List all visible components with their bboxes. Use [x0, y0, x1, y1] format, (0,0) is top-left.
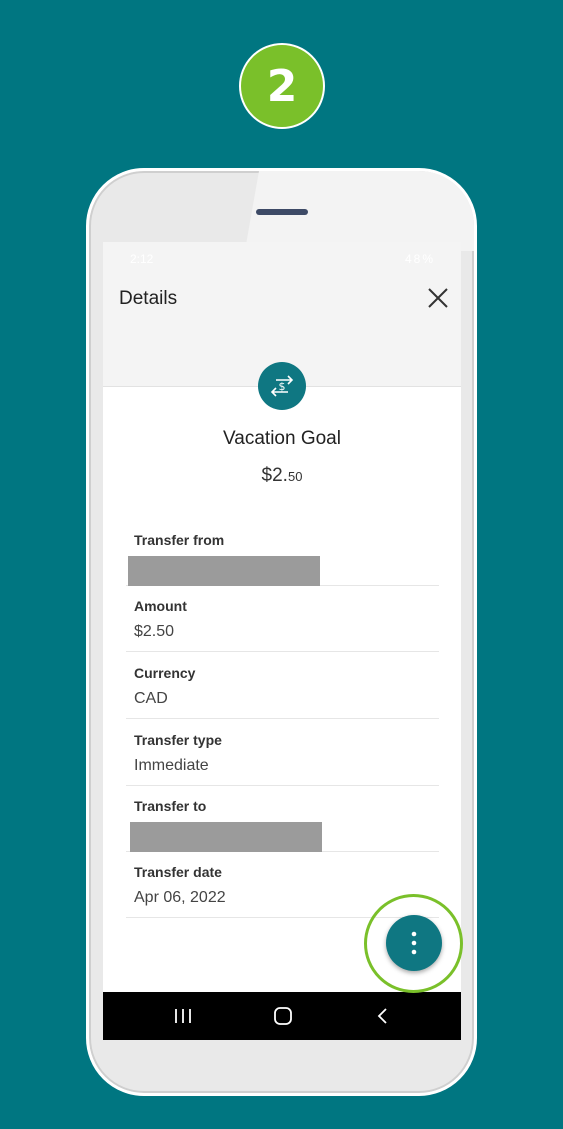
status-icons: 48% — [405, 252, 435, 266]
back-icon — [377, 1008, 387, 1024]
field-currency: Currency CAD — [126, 653, 439, 719]
status-time: 2:12 — [130, 252, 154, 266]
step-number-badge: 2 — [239, 43, 325, 129]
field-value: CAD — [134, 690, 168, 707]
field-value: $2.50 — [134, 623, 175, 640]
recents-button[interactable] — [171, 1004, 195, 1028]
field-label: Transfer to — [134, 798, 207, 814]
goal-amount-cents: 50 — [287, 469, 303, 484]
phone-speaker — [256, 209, 308, 215]
field-value: Immediate — [134, 757, 209, 774]
page-title: Details — [119, 288, 178, 309]
battery-level: 48% — [404, 252, 435, 266]
goal-name: Vacation Goal — [223, 428, 341, 449]
field-amount: Amount $2.50 — [126, 586, 439, 652]
home-button[interactable] — [271, 1004, 295, 1028]
field-label: Amount — [134, 598, 187, 614]
home-icon — [274, 1007, 292, 1025]
field-value: Apr 06, 2022 — [134, 889, 226, 906]
close-icon — [428, 288, 448, 308]
redacted-value — [130, 822, 322, 852]
field-transfer-from: Transfer from — [126, 520, 439, 586]
svg-text:$: $ — [279, 380, 286, 393]
field-label: Transfer type — [134, 732, 222, 748]
goal-amount-main: $2. — [261, 465, 288, 486]
back-button[interactable] — [371, 1004, 395, 1028]
android-nav-bar — [103, 992, 461, 1040]
field-label: Transfer date — [134, 864, 222, 880]
status-bar: 2:12 48% — [103, 242, 461, 274]
field-label: Currency — [134, 665, 196, 681]
recents-icon — [175, 1009, 191, 1023]
more-vertical-icon — [411, 931, 417, 955]
field-transfer-to: Transfer to — [126, 786, 439, 852]
more-options-button[interactable] — [386, 915, 442, 971]
close-button[interactable] — [425, 285, 451, 311]
field-label: Transfer from — [134, 532, 225, 548]
goal-amount: $2.50 — [103, 465, 461, 487]
redacted-value — [128, 556, 320, 586]
dollar-transfer-icon: $ — [258, 362, 306, 410]
field-transfer-type: Transfer type Immediate — [126, 720, 439, 786]
